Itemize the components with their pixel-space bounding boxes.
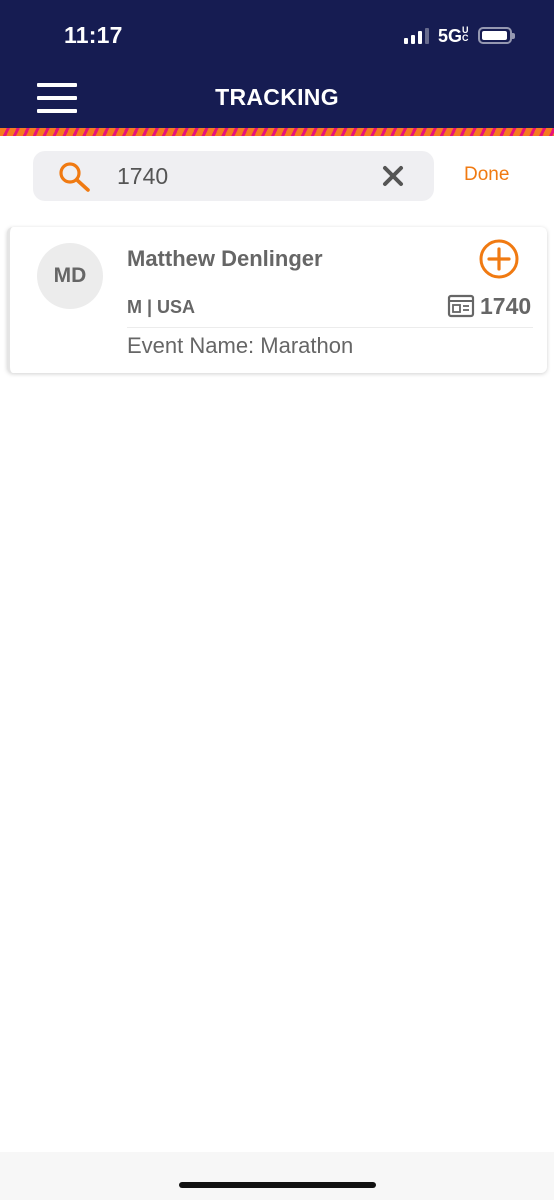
header-accent-stripe: [0, 128, 554, 136]
battery-level: [482, 31, 507, 40]
status-time: 11:17: [64, 22, 123, 48]
bottom-safe-area: [0, 1152, 554, 1200]
avatar: MD: [37, 243, 103, 309]
clear-search-icon[interactable]: [382, 165, 404, 187]
page-title: TRACKING: [215, 84, 339, 110]
bib-icon: [447, 294, 475, 318]
athlete-name: Matthew Denlinger: [127, 246, 323, 271]
athlete-result-card[interactable]: MD Matthew Denlinger M | USA 1740 Event …: [7, 227, 547, 373]
athlete-gender-country: M | USA: [127, 297, 196, 317]
network-suffix: UC: [462, 25, 469, 43]
network-type: 5G: [438, 26, 463, 46]
event-name: Event Name: Marathon: [127, 333, 354, 358]
bib-number: 1740: [480, 293, 532, 319]
card-divider: [127, 327, 533, 328]
search-bar[interactable]: [33, 151, 434, 201]
search-icon: [59, 162, 90, 192]
search-input[interactable]: [117, 160, 367, 192]
signal-icon: [404, 28, 430, 44]
battery-icon: [478, 27, 515, 44]
add-to-tracking-icon[interactable]: [478, 238, 520, 280]
home-indicator[interactable]: [179, 1182, 376, 1188]
done-button[interactable]: Done: [464, 164, 509, 186]
battery-tip: [512, 33, 515, 39]
network-label: 5GUC: [438, 26, 470, 47]
app-header: 11:17 5GUC TRACKING: [0, 0, 554, 128]
